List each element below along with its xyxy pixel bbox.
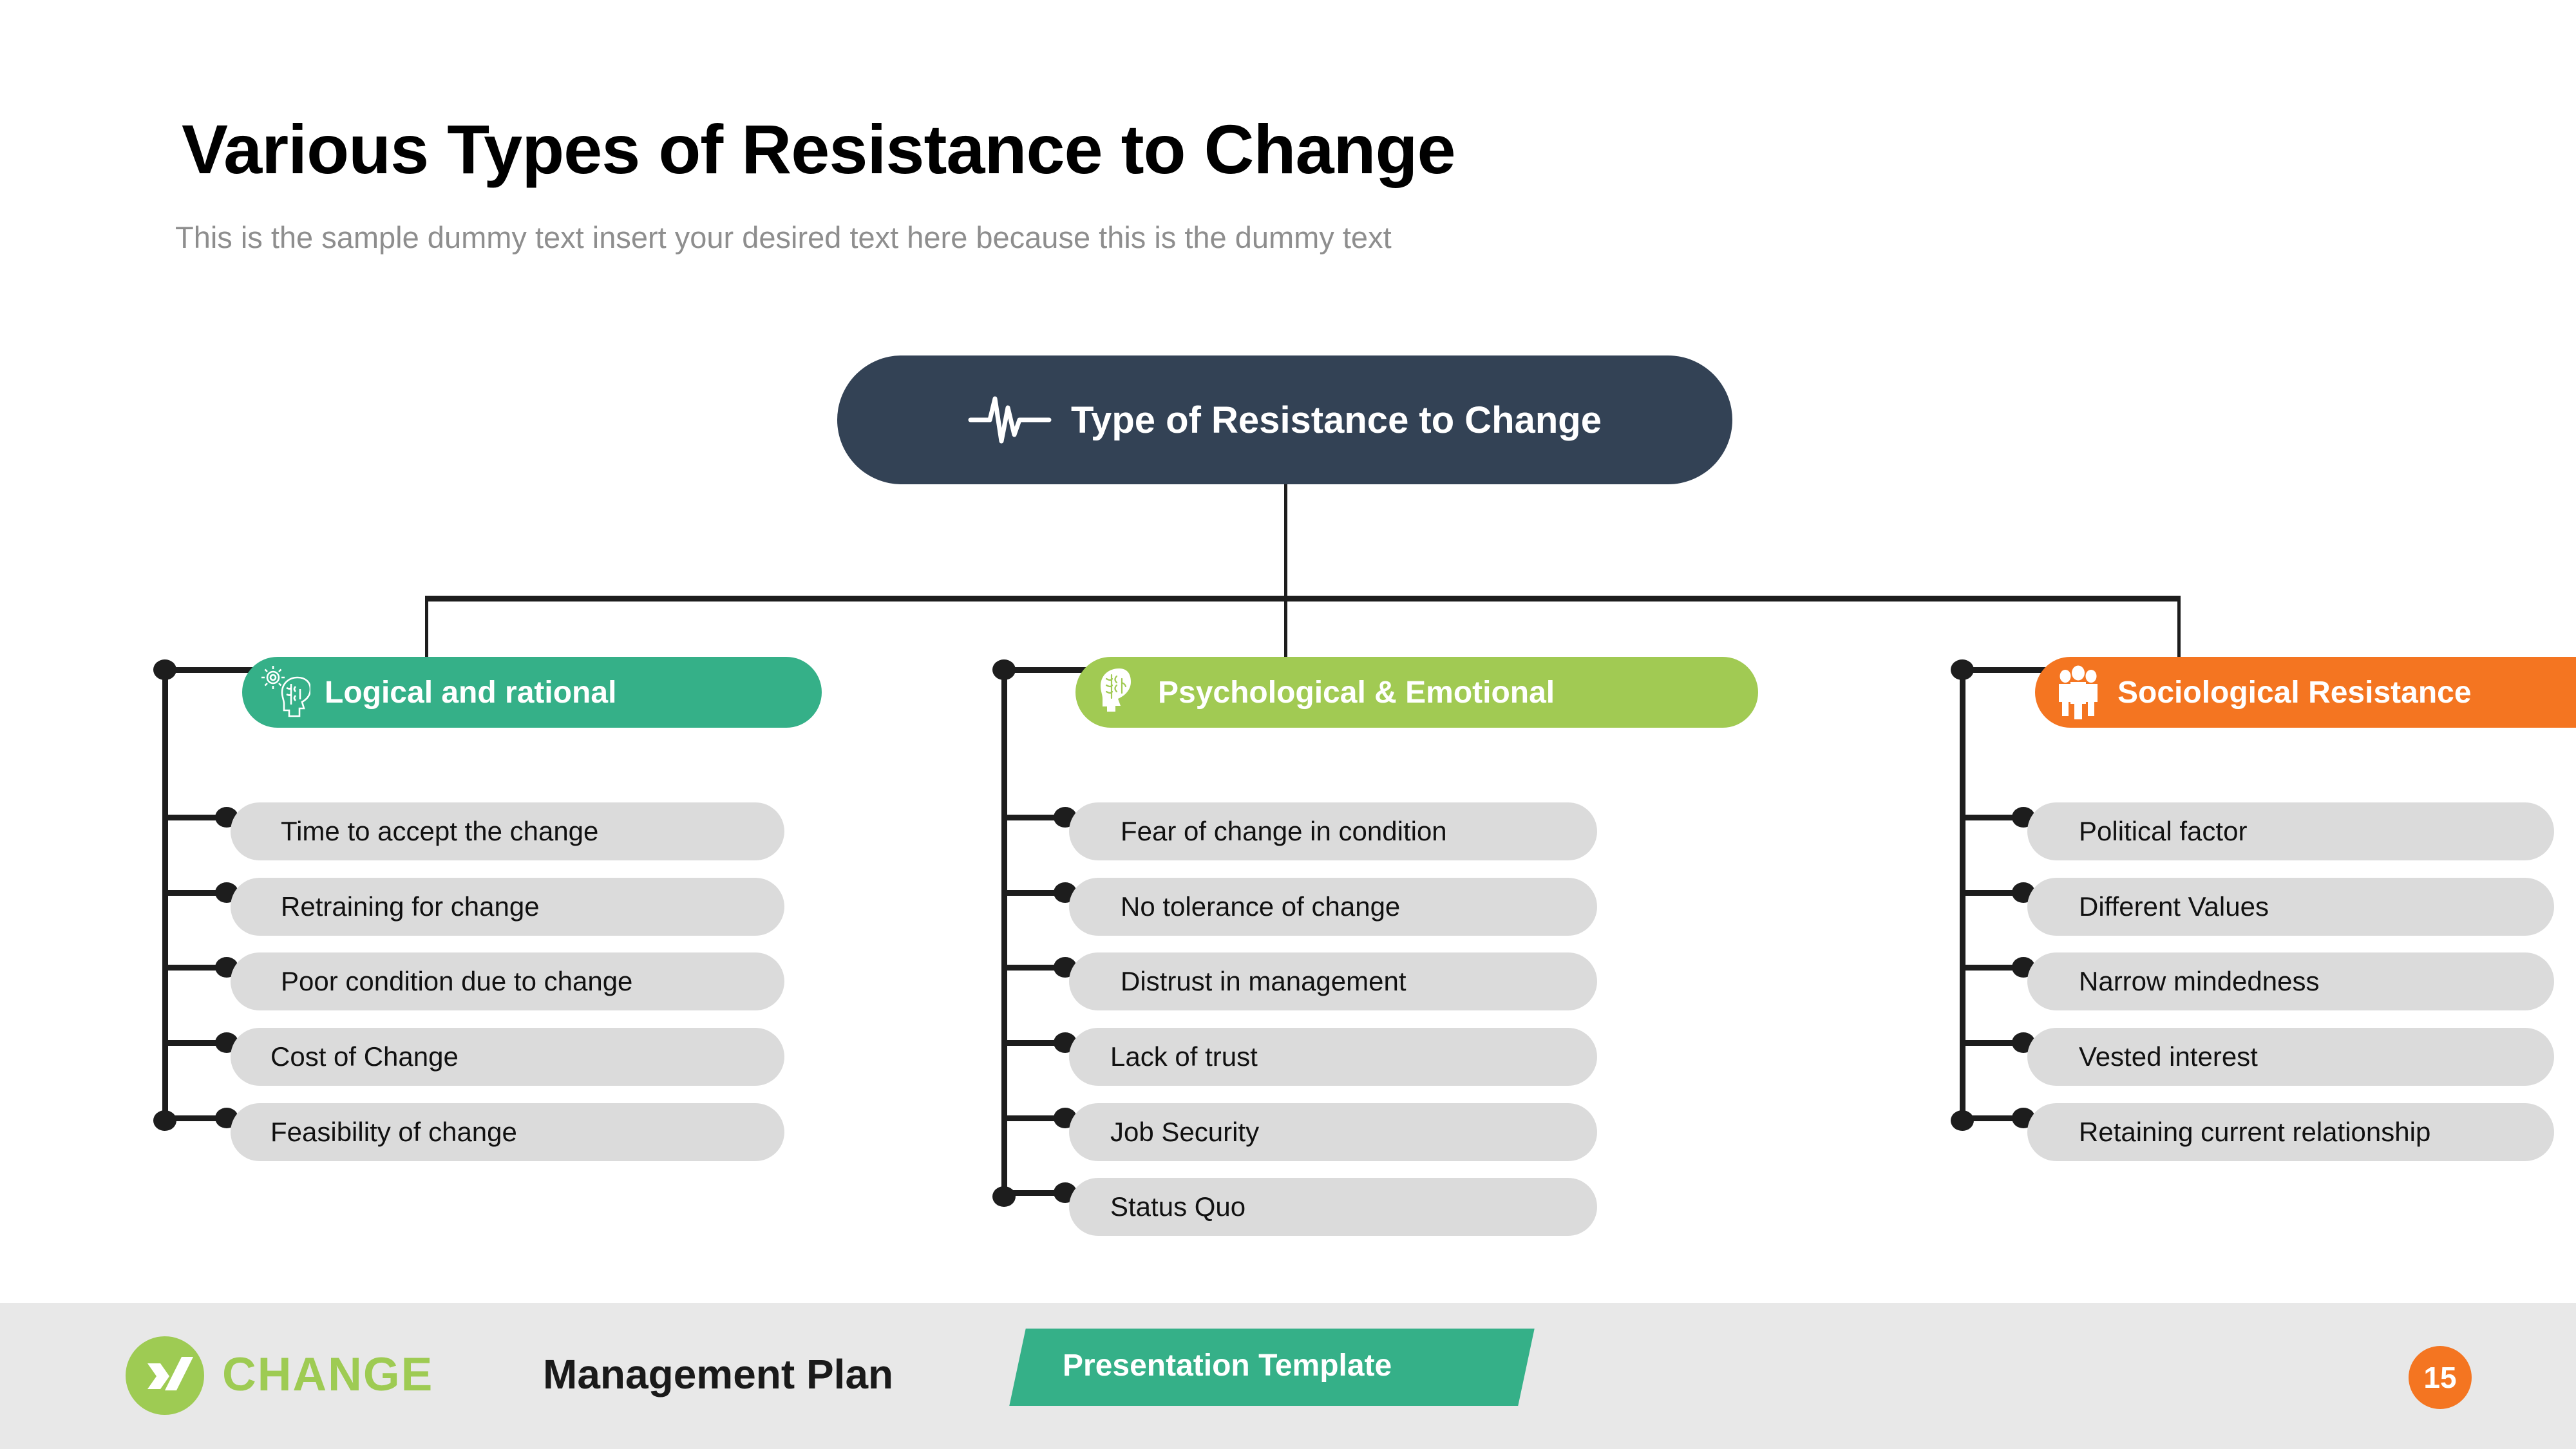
list-item[interactable]: Poor condition due to change bbox=[231, 952, 784, 1010]
list-item[interactable]: Feasibility of change bbox=[231, 1103, 784, 1161]
item-label: Poor condition due to change bbox=[281, 966, 633, 996]
item-label: Retraining for change bbox=[281, 891, 540, 922]
category-2-label: Psychological & Emotional bbox=[1158, 675, 1555, 710]
head-brain-icon bbox=[1101, 668, 1131, 712]
category-3-label: Sociological Resistance bbox=[2117, 675, 2472, 710]
list-item[interactable]: No tolerance of change bbox=[1069, 878, 1597, 936]
list-item[interactable]: Narrow mindedness bbox=[2027, 952, 2554, 1010]
list-item[interactable]: Job Security bbox=[1069, 1103, 1597, 1161]
item-label: Status Quo bbox=[1110, 1191, 1246, 1222]
item-label: Time to accept the change bbox=[281, 816, 599, 846]
template-tag-label: Presentation Template bbox=[1063, 1349, 1392, 1383]
connector-root-vertical bbox=[1284, 484, 1287, 597]
item-label: Lack of trust bbox=[1110, 1041, 1258, 1072]
item-label: Job Security bbox=[1110, 1117, 1260, 1147]
list-item[interactable]: Retaining current relationship bbox=[2027, 1103, 2554, 1161]
item-label: Distrust in management bbox=[1121, 966, 1406, 996]
column-1-header-connector bbox=[165, 667, 255, 673]
category-header-psychological-and-emotional[interactable]: Psychological & Emotional bbox=[1075, 657, 1758, 728]
category-1-label: Logical and rational bbox=[325, 675, 617, 710]
item-label: Narrow mindedness bbox=[2079, 966, 2320, 996]
page-number-badge: 15 bbox=[2409, 1346, 2472, 1409]
head-gear-brain-icon bbox=[261, 666, 310, 717]
list-item[interactable]: Cost of Change bbox=[231, 1028, 784, 1086]
column-2-bottom-dot bbox=[992, 1186, 1016, 1207]
root-node[interactable]: Type of Resistance to Change bbox=[837, 355, 1732, 484]
slide-canvas: Various Types of Resistance to Change Th… bbox=[0, 0, 2576, 1449]
column-2-header-connector bbox=[1004, 667, 1088, 673]
list-item[interactable]: Lack of trust bbox=[1069, 1028, 1597, 1086]
item-label: Feasibility of change bbox=[270, 1117, 517, 1147]
category-header-sociological-resistance[interactable]: Sociological Resistance bbox=[2035, 657, 2576, 728]
connector-horizontal-bus bbox=[425, 596, 2181, 601]
column-3-header-connector bbox=[1962, 667, 2050, 673]
list-item[interactable]: Status Quo bbox=[1069, 1178, 1597, 1236]
list-item[interactable]: Vested interest bbox=[2027, 1028, 2554, 1086]
list-item[interactable]: Distrust in management bbox=[1069, 952, 1597, 1010]
people-group-icon bbox=[2059, 665, 2098, 719]
category-header-logical-and-rational[interactable]: Logical and rational bbox=[242, 657, 822, 728]
item-label: Different Values bbox=[2079, 891, 2269, 922]
list-item[interactable]: Political factor bbox=[2027, 802, 2554, 860]
list-item[interactable]: Time to accept the change bbox=[231, 802, 784, 860]
page-subtitle: This is the sample dummy text insert you… bbox=[175, 220, 1392, 254]
brand-primary-label: CHANGE bbox=[222, 1349, 434, 1401]
pulse-heartbeat-icon bbox=[968, 396, 1052, 444]
page-title: Various Types of Resistance to Change bbox=[182, 110, 1456, 188]
list-item[interactable]: Different Values bbox=[2027, 878, 2554, 936]
brand-secondary-label: Management Plan bbox=[543, 1351, 894, 1397]
item-label: Cost of Change bbox=[270, 1041, 459, 1072]
item-label: Retaining current relationship bbox=[2079, 1117, 2431, 1147]
list-item[interactable]: Retraining for change bbox=[231, 878, 784, 936]
item-label: No tolerance of change bbox=[1121, 891, 1401, 922]
list-item[interactable]: Fear of change in condition bbox=[1069, 802, 1597, 860]
xing-x-logo-icon[interactable] bbox=[126, 1336, 204, 1415]
item-label: Vested interest bbox=[2079, 1041, 2258, 1072]
item-label: Political factor bbox=[2079, 816, 2248, 846]
item-label: Fear of change in condition bbox=[1121, 816, 1447, 846]
root-node-label: Type of Resistance to Change bbox=[1071, 399, 1602, 441]
